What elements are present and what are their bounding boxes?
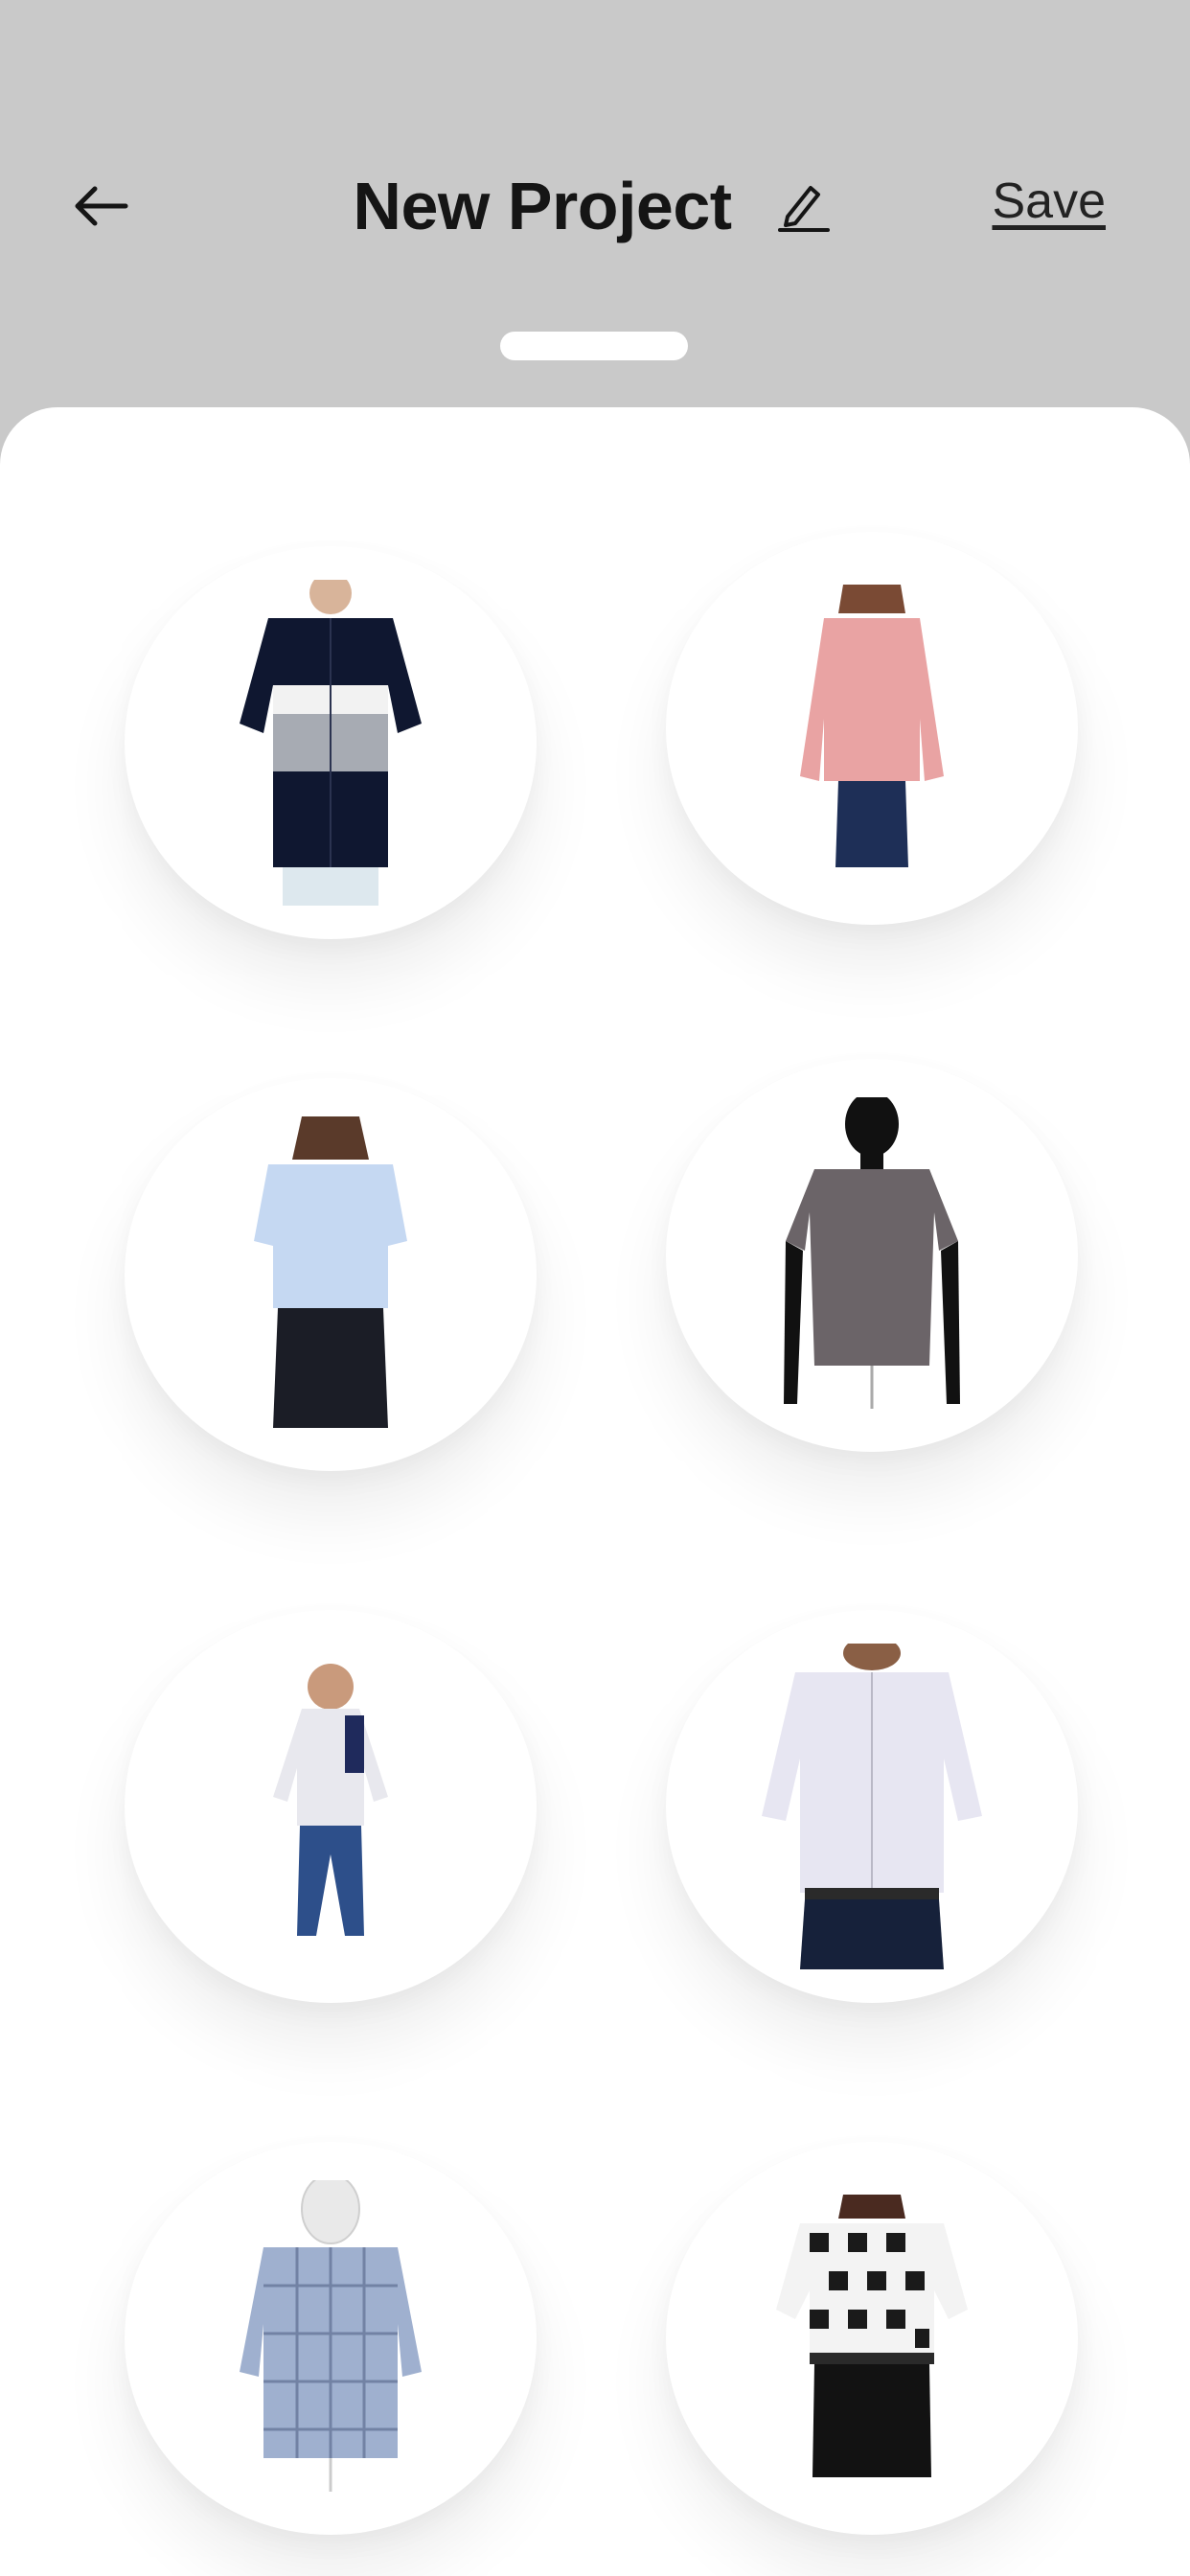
colorblock-shirt-image [240,580,422,906]
grid-item-grey-polo[interactable] [666,1059,1078,1452]
edit-title-button[interactable] [770,172,837,240]
grid-item-black-white-check-shirt[interactable] [666,2142,1078,2535]
top-bar: New Project Save [0,0,1190,412]
light-blue-shirt-image [254,1116,407,1428]
grey-polo-image [784,1097,960,1409]
grid-item-colorblock-shirt[interactable] [125,546,537,939]
pencil-icon [777,186,830,232]
save-button[interactable]: Save [992,172,1106,230]
grid-item-pink-blouse[interactable] [666,532,1078,925]
drag-handle[interactable] [500,332,688,360]
pink-blouse-image [800,585,944,867]
page-title: New Project [353,169,732,243]
grid-item-white-shirt[interactable] [666,1610,1078,2003]
boy-shirt-image [273,1664,388,1936]
black-white-check-shirt-image [776,2195,968,2477]
grid-item-checked-shirt-mannequin[interactable] [125,2142,537,2535]
checked-shirt-image [240,2180,422,2492]
bottom-sheet [0,407,1190,2576]
white-shirt-image [762,1644,982,1969]
grid-item-boy-shirt[interactable] [125,1610,537,2003]
grid-item-light-blue-shirt[interactable] [125,1078,537,1471]
